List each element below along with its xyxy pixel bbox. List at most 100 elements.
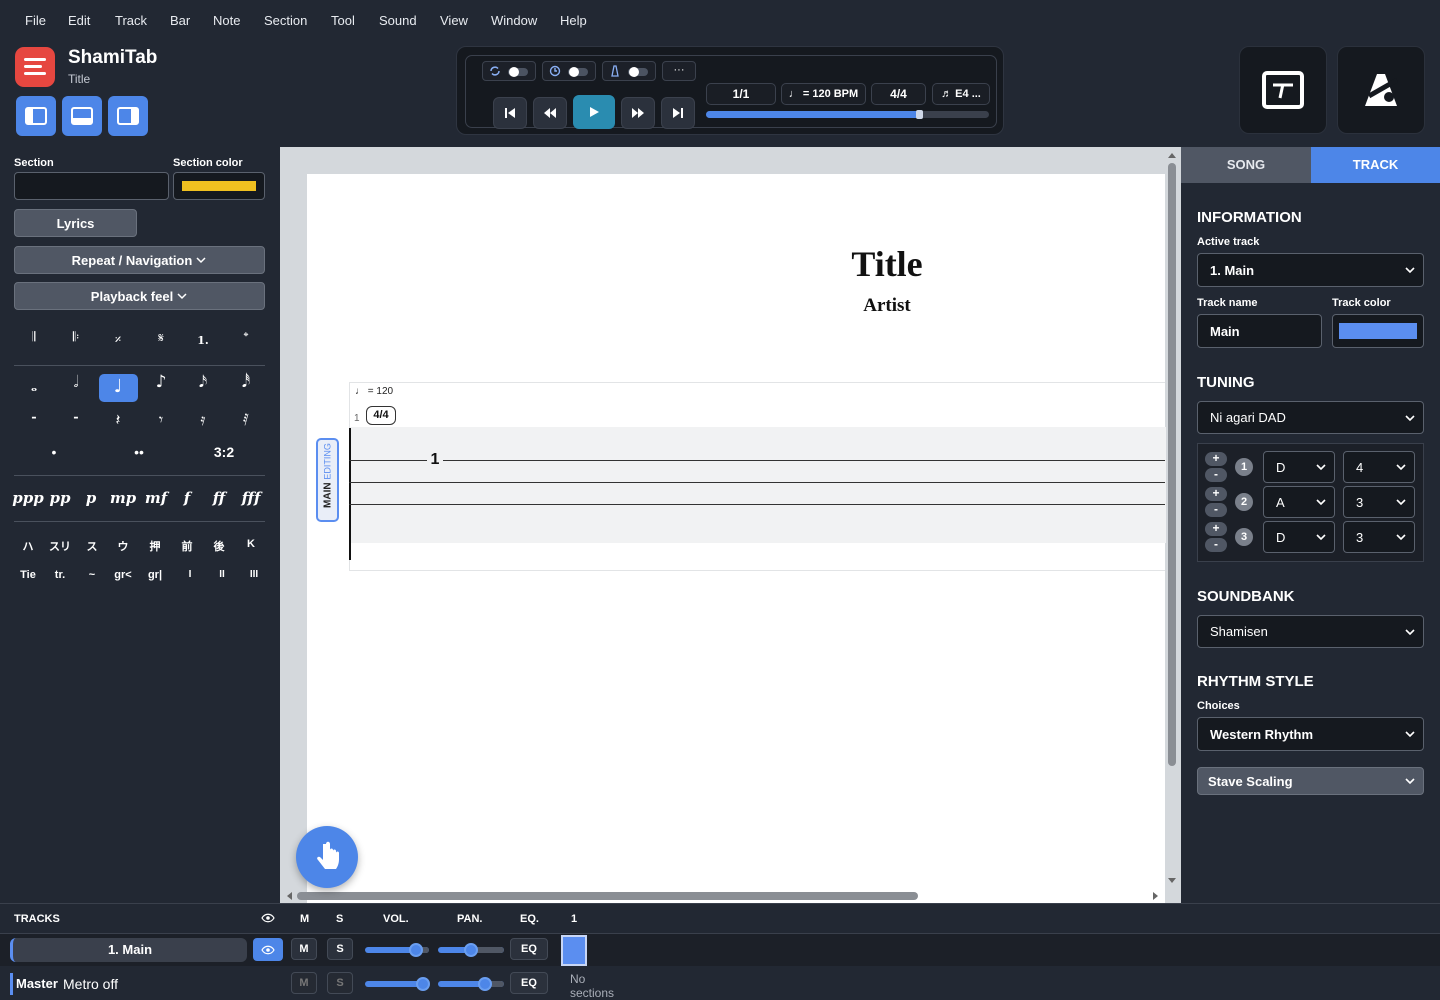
dynamic-p[interactable]: p [75,489,107,507]
menu-view[interactable]: View [440,13,468,28]
string-3-up-button[interactable]: + [1205,522,1227,536]
track-volume-slider[interactable] [365,943,429,957]
technique-string-3[interactable]: III [240,569,268,580]
scroll-up-icon[interactable] [1167,150,1177,160]
loop-toggle[interactable] [482,61,536,81]
menu-bar-item[interactable]: Bar [170,13,190,28]
dynamic-f[interactable]: f [171,489,203,507]
tempo-display[interactable]: ♩ = 120 BPM [781,83,866,105]
segno-icon[interactable]: 𝄋 [147,331,175,346]
track-pan-slider[interactable] [438,943,504,957]
touch-mode-button[interactable] [296,826,358,888]
technique-grace-on[interactable]: gr| [141,569,169,581]
metronome-status[interactable]: Metro off [63,976,118,992]
countin-toggle[interactable] [542,61,596,81]
fast-forward-button[interactable] [621,97,655,129]
technique-mae[interactable]: 前 [173,538,201,554]
sixteenth-rest-icon[interactable]: 𝄿 [189,410,217,430]
menu-tool[interactable]: Tool [331,13,355,28]
master-mute-button[interactable]: M [291,972,317,994]
simile-icon[interactable]: 𝄎 [104,333,132,348]
quarter-note-selected[interactable]: ♩ [99,374,138,402]
technique-u[interactable]: ウ [109,538,137,554]
track-mute-button[interactable]: M [291,938,317,960]
technique-vibrato[interactable]: ~ [78,569,106,581]
metronome-toggle[interactable] [602,61,656,81]
tuning-preset-select[interactable]: Ni agari DAD [1197,401,1424,434]
technique-suri[interactable]: スリ [46,538,74,554]
rewind-button[interactable] [533,97,567,129]
tab-song[interactable]: SONG [1181,147,1311,183]
score-title[interactable]: Title [807,243,967,285]
dynamic-fff[interactable]: fff [235,489,267,507]
repeat-navigation-button[interactable]: Repeat / Navigation [14,246,265,274]
tuplet-button[interactable]: 3:2 [206,444,242,460]
play-button[interactable] [573,95,615,129]
string-3-octave-select[interactable]: 3 [1343,521,1415,553]
track-name-input[interactable]: Main [1197,314,1322,348]
volta-icon[interactable]: 1. [189,334,217,347]
technique-su[interactable]: ス [78,538,106,554]
coda-icon[interactable]: 𝄌 [232,330,260,345]
technique-string-1[interactable]: I [176,569,204,580]
repeat-end-icon[interactable]: 𝄆 [62,330,90,345]
technique-k[interactable]: K [237,538,265,550]
string-1-down-button[interactable]: - [1205,468,1227,482]
track-bar-cell[interactable] [561,935,587,966]
section-input[interactable] [14,172,169,200]
tab-note[interactable]: 1 [427,451,443,469]
scroll-right-icon[interactable] [1151,891,1161,901]
track-color-picker[interactable] [1332,314,1424,348]
soundbank-select[interactable]: Shamisen [1197,615,1424,648]
eighth-rest-icon[interactable]: 𝄾 [147,410,175,430]
track-visibility-button[interactable] [253,938,283,961]
more-options-button[interactable]: ··· [662,61,696,81]
sixteenth-note-icon[interactable]: 𝅘𝅥𝅯 [189,372,217,392]
technique-ha[interactable]: ハ [14,538,42,554]
scroll-down-icon[interactable] [1167,876,1177,886]
go-to-start-button[interactable] [493,97,527,129]
whole-note-icon[interactable]: 𝅝 [20,376,48,396]
master-pan-slider[interactable] [438,977,504,991]
menu-help[interactable]: Help [560,13,587,28]
tempo-marking[interactable]: ♩ = 120 [355,386,393,397]
technique-ato[interactable]: 後 [205,538,233,554]
track-eq-button[interactable]: EQ [510,938,548,960]
tuner-tool-button[interactable] [1239,46,1327,134]
toggle-right-panel-button[interactable] [108,96,148,136]
menu-file[interactable]: File [25,13,46,28]
string-1-up-button[interactable]: + [1205,452,1227,466]
eighth-note-icon[interactable]: ♪ [147,372,175,392]
go-to-end-button[interactable] [661,97,695,129]
rhythm-style-select[interactable]: Western Rhythm [1197,717,1424,751]
metronome-tool-button[interactable] [1337,46,1425,134]
dynamic-mf[interactable]: mf [140,489,172,507]
string-1-note-select[interactable]: D [1263,451,1335,483]
horizontal-scrollbar[interactable] [297,892,918,900]
dynamic-ppp[interactable]: ppp [12,489,44,507]
tuning-display[interactable]: ♬ E4 ... [932,83,990,105]
tab-track[interactable]: TRACK [1311,147,1440,183]
double-dotted-button[interactable]: •• [125,444,153,460]
dynamic-mp[interactable]: mp [107,489,139,507]
thirtysecond-rest-icon[interactable]: 𝅀 [232,410,260,430]
master-eq-button[interactable]: EQ [510,972,548,994]
menu-track[interactable]: Track [115,13,147,28]
repeat-start-icon[interactable]: 𝄂 [20,330,48,345]
technique-tie[interactable]: Tie [14,569,42,581]
technique-grace-before[interactable]: gr< [109,569,137,581]
technique-oshi[interactable]: 押 [141,538,169,554]
menu-section[interactable]: Section [264,13,307,28]
whole-rest-icon[interactable]: - [20,410,48,425]
menu-window[interactable]: Window [491,13,537,28]
active-track-select[interactable]: 1. Main [1197,253,1424,287]
time-signature-marker[interactable]: 4/4 [366,406,396,425]
playback-feel-button[interactable]: Playback feel [14,282,265,310]
dotted-button[interactable]: • [40,444,68,460]
menu-sound[interactable]: Sound [379,13,417,28]
section-color-picker[interactable] [173,172,265,200]
toggle-bottom-panel-button[interactable] [62,96,102,136]
score-artist[interactable]: Artist [807,295,967,317]
quarter-rest-icon[interactable]: 𝄽 [104,410,132,430]
string-2-octave-select[interactable]: 3 [1343,486,1415,518]
